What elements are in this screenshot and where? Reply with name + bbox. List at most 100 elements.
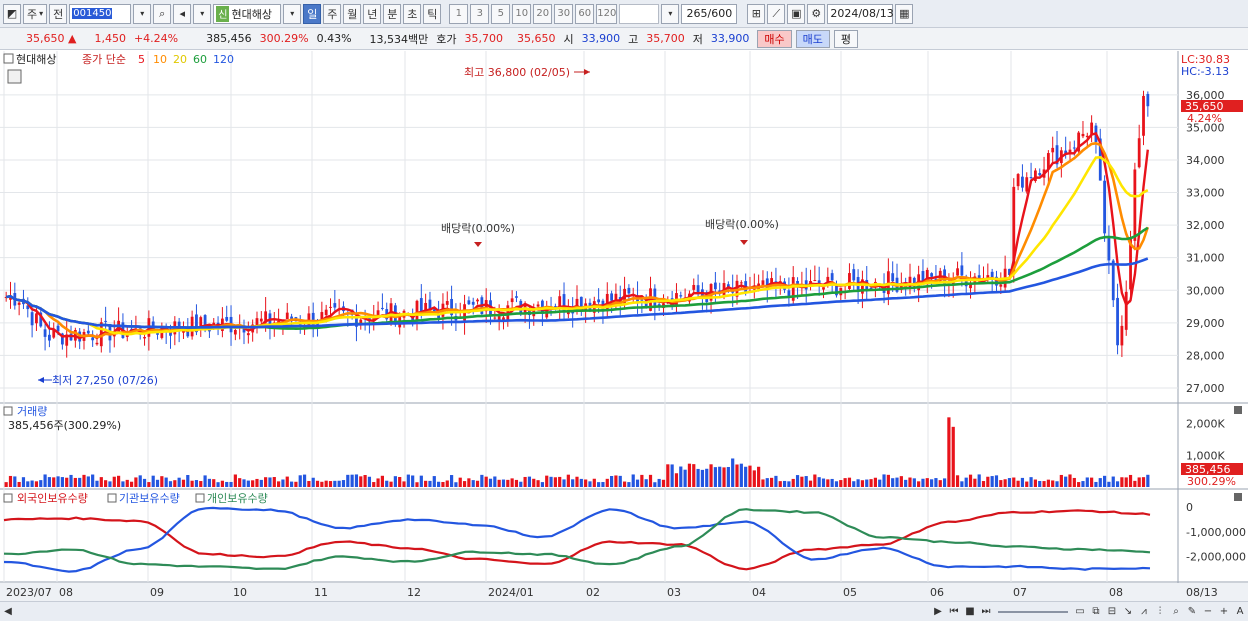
holdings-panel-close-icon[interactable]: [1234, 493, 1242, 501]
x-tick-label: 04: [752, 586, 766, 599]
ask-price-2: 35,650: [517, 32, 556, 45]
volume-bar: [493, 476, 497, 487]
volume-bar: [501, 479, 506, 487]
period-tab-second[interactable]: 초: [403, 3, 422, 24]
interval-button-20[interactable]: 20: [533, 3, 553, 24]
volume-bar: [320, 481, 324, 487]
data-count-field[interactable]: 265/600: [681, 3, 738, 24]
drawing-tool-icon[interactable]: ⟋: [767, 3, 786, 24]
holdings-legend-foreign: 외국인보유수량: [17, 492, 88, 505]
table-view-icon[interactable]: [7, 69, 22, 84]
period-type-select[interactable]: 주 ▾: [23, 3, 48, 24]
volume-bar: [385, 480, 389, 487]
font-size-icon[interactable]: A: [1232, 604, 1248, 620]
interval-button-10[interactable]: 10: [512, 3, 532, 24]
volume-bar: [891, 478, 895, 487]
volume-bar: [955, 475, 960, 487]
ma-legend-120: 120: [213, 53, 234, 66]
volume-bar: [1146, 474, 1150, 487]
interval-button-120[interactable]: 120: [596, 3, 618, 24]
bottom-scrollbar[interactable]: ◀ ▶ ⏮ ■ ⏭ ▭ ⧉ ⊟ ↘ ⩘ ⫶ ⌕ ✎ − + A: [0, 601, 1248, 621]
split-icon[interactable]: ⊟: [1104, 604, 1120, 620]
interval-button-3[interactable]: 3: [470, 3, 490, 24]
period-tab-day[interactable]: 일: [303, 3, 322, 24]
volume-bar: [834, 481, 839, 487]
chart-area[interactable]: 27,000 28,000 29,000 30,000 31,000 32,000 33,0…: [0, 51, 1248, 603]
period-tab-month[interactable]: 월: [343, 3, 362, 24]
chevron-down-icon[interactable]: ▾: [193, 3, 212, 24]
period-tab-tick[interactable]: 틱: [423, 3, 442, 24]
interval-button-5[interactable]: 5: [491, 3, 511, 24]
volume-bar: [242, 479, 246, 487]
candle-body: [329, 306, 332, 308]
crosshair-icon[interactable]: ⊞: [747, 3, 766, 24]
zoom-in-icon[interactable]: +: [1216, 604, 1232, 620]
interval-custom-input[interactable]: [619, 3, 660, 24]
candle-body: [156, 333, 159, 335]
period-tab-week[interactable]: 주: [323, 3, 342, 24]
ask-label: 호가: [436, 32, 457, 46]
first-icon[interactable]: ⏮: [946, 604, 962, 620]
volume-bar: [514, 479, 519, 487]
volume-bar: [238, 478, 242, 487]
candle-body: [415, 300, 419, 322]
stock-code-input[interactable]: 001450: [69, 3, 132, 24]
zoom-out-icon[interactable]: −: [1200, 604, 1216, 620]
stock-name-field[interactable]: 신 현대해상: [213, 3, 282, 24]
brush-icon[interactable]: ✎: [1184, 604, 1200, 620]
volume-bar: [424, 480, 428, 487]
bar-style-icon[interactable]: ⫶: [1152, 604, 1168, 620]
line-style-icon[interactable]: ↘: [1120, 604, 1136, 620]
interval-dropdown-button[interactable]: ▾: [661, 3, 680, 24]
name-dropdown-button[interactable]: ▾: [283, 3, 302, 24]
scroll-left-icon[interactable]: ◀: [0, 604, 16, 620]
gear-icon[interactable]: ⚙: [807, 3, 826, 24]
current-price: 35,650 ▲: [0, 32, 80, 45]
volume-bar: [700, 469, 705, 487]
search-zoom-icon[interactable]: ⌕: [1168, 604, 1184, 620]
volume-panel-close-icon[interactable]: [1234, 406, 1242, 414]
scroll-right-icon[interactable]: ▶: [930, 604, 946, 620]
volume-bar: [449, 475, 454, 487]
interval-button-60[interactable]: 60: [575, 3, 595, 24]
volume-bar: [843, 478, 847, 487]
candle-body: [86, 330, 90, 334]
volume-bar: [17, 481, 21, 487]
interval-button-30[interactable]: 30: [554, 3, 574, 24]
speaker-icon[interactable]: ◂: [173, 3, 192, 24]
volume-bar: [173, 480, 177, 487]
volume-bar: [774, 475, 778, 487]
volume-bar: [415, 482, 419, 487]
compare-icon[interactable]: ⧉: [1088, 604, 1104, 620]
volume-bar: [441, 482, 445, 487]
high-annotation: 최고 36,800 (02/05): [464, 66, 570, 79]
volume-bar: [138, 475, 142, 487]
stop-icon[interactable]: ■: [962, 604, 978, 620]
volume-bar: [13, 476, 17, 487]
volume-bar: [821, 478, 826, 487]
prev-button[interactable]: 전: [49, 3, 68, 24]
layout-icon[interactable]: ▭: [1072, 604, 1088, 620]
search-icon[interactable]: ⌕: [153, 3, 172, 24]
volume-bar: [1068, 474, 1072, 487]
chart-menu-icon[interactable]: ◩: [3, 3, 21, 24]
candle-body: [891, 273, 895, 282]
period-tab-year[interactable]: 년: [363, 3, 382, 24]
sell-button[interactable]: 매도: [795, 29, 830, 48]
zoom-slider[interactable]: [998, 610, 1068, 613]
volume-bar: [713, 467, 717, 487]
save-icon[interactable]: ▣: [787, 3, 806, 24]
eval-button[interactable]: 평: [833, 29, 859, 48]
last-icon[interactable]: ⏭: [978, 604, 994, 620]
calendar-icon[interactable]: ▦: [895, 3, 914, 24]
buy-button[interactable]: 매수: [757, 29, 792, 48]
interval-button-1[interactable]: 1: [449, 3, 469, 24]
price-value: 35,650: [26, 32, 65, 45]
code-dropdown-button[interactable]: ▾: [133, 3, 152, 24]
mountain-icon[interactable]: ⩘: [1136, 604, 1152, 620]
period-tab-minute[interactable]: 분: [383, 3, 402, 24]
volume-bar: [787, 481, 791, 487]
volume-bar: [1055, 481, 1059, 487]
volume-bar: [333, 480, 337, 487]
date-input[interactable]: 2024/08/13: [827, 3, 894, 24]
